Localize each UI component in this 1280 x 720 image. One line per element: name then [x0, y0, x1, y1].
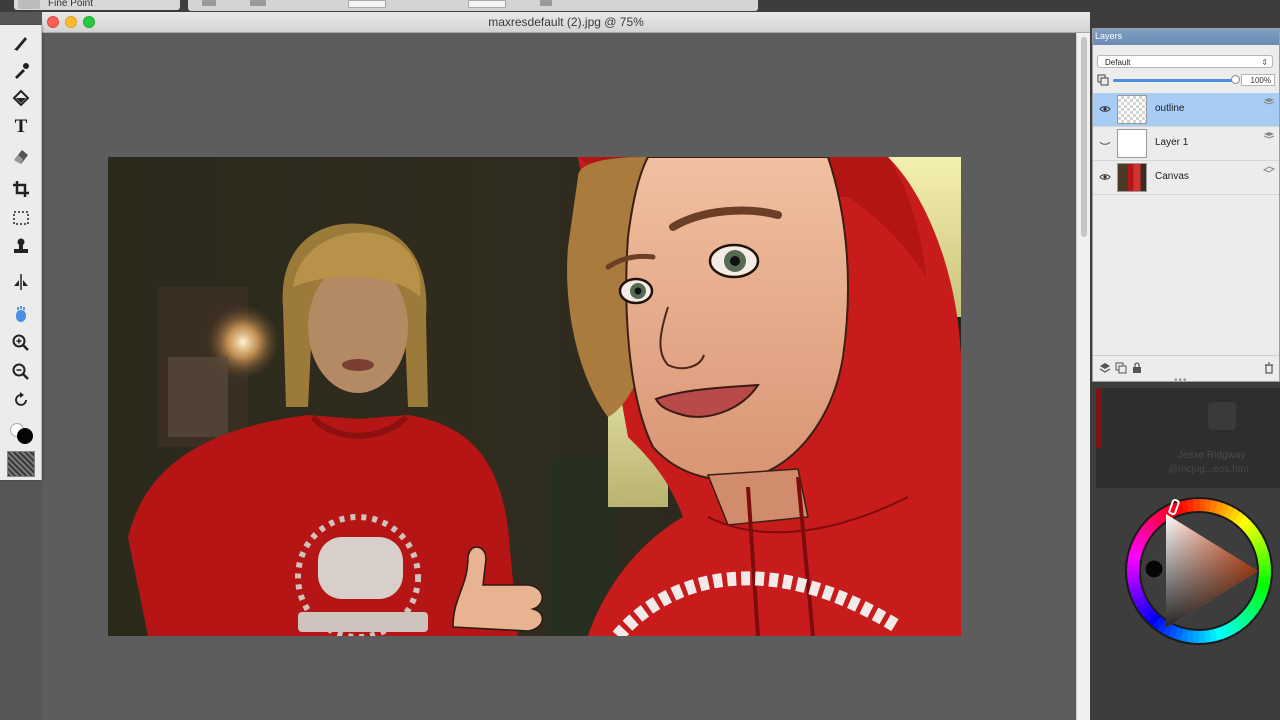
toolbar-button[interactable] — [540, 0, 552, 6]
webcam-overlay: Jesse Ridgway @mcjug...eos.htm — [1096, 388, 1280, 488]
canvas-area[interactable] — [42, 33, 1074, 720]
eraser-icon — [14, 150, 28, 164]
panel-resize-grip[interactable]: ••• — [1174, 375, 1188, 386]
paint-bucket-icon — [12, 89, 30, 107]
dropper-icon — [15, 63, 29, 79]
document-titlebar: maxresdefault (2).jpg @ 75% — [42, 12, 1090, 33]
crop-tool[interactable] — [8, 177, 34, 201]
rotate-icon — [15, 392, 27, 406]
layer-name: outline — [1155, 103, 1185, 114]
toolbar-button[interactable] — [202, 0, 216, 6]
layer-row-canvas[interactable]: Canvas — [1093, 161, 1279, 195]
layer-type-icon — [1263, 98, 1275, 105]
color-swatches[interactable] — [6, 423, 36, 445]
layer-thumbnail — [1117, 163, 1147, 192]
marquee-icon — [13, 211, 29, 225]
brush-name: Fine Point — [48, 0, 94, 9]
brush-tool[interactable] — [8, 31, 34, 55]
toolbox: T — [0, 25, 42, 480]
property-bar — [188, 0, 758, 11]
document-window: maxresdefault (2).jpg @ 75% — [42, 12, 1091, 720]
document-title: maxresdefault (2).jpg @ 75% — [488, 15, 644, 29]
layers-tab[interactable]: Layers — [1093, 29, 1279, 45]
trash-icon[interactable] — [1263, 362, 1275, 374]
crop-icon — [13, 181, 29, 197]
brush-category-icon — [18, 0, 40, 9]
fill-tool[interactable] — [8, 86, 34, 110]
layer-row-layer-1[interactable]: Layer 1 — [1093, 127, 1279, 161]
selection-tool[interactable] — [8, 206, 34, 230]
artwork-illustration — [108, 157, 961, 636]
layer-row-outline[interactable]: outline — [1093, 93, 1279, 127]
composite-method-value: Default — [1105, 58, 1131, 67]
zoom-out-icon — [12, 363, 29, 380]
toolbar-field[interactable] — [468, 0, 506, 8]
eye-icon[interactable] — [1099, 105, 1111, 113]
color-wheel[interactable] — [1120, 492, 1278, 650]
brush-icon — [14, 37, 27, 51]
stamp-icon — [14, 238, 28, 253]
text-tool[interactable]: T — [8, 115, 34, 139]
artwork-image[interactable] — [108, 157, 961, 636]
eye-icon[interactable] — [1099, 173, 1111, 181]
layers-panel: Layers Default ⇕ 100% outline Layer 1 Ca… — [1092, 28, 1280, 382]
webcam-name: Jesse Ridgway — [1178, 450, 1246, 461]
scrollbar-thumb[interactable] — [1081, 37, 1087, 237]
layer-opacity-slider[interactable] — [1113, 75, 1240, 84]
composite-method-select[interactable]: Default ⇕ — [1097, 55, 1273, 68]
eraser-tool[interactable] — [8, 144, 34, 168]
brush-selector[interactable]: Fine Point — [14, 0, 180, 10]
hand-icon — [16, 306, 26, 322]
layer-name: Layer 1 — [1155, 137, 1189, 148]
lock-icon[interactable] — [1131, 362, 1143, 374]
duplicate-layer-icon[interactable] — [1115, 362, 1127, 374]
zoom-out-tool[interactable] — [8, 360, 34, 384]
opacity-field[interactable]: 100% — [1241, 74, 1275, 86]
toolbar-field[interactable] — [348, 0, 386, 8]
webcam-avatar — [1208, 402, 1236, 430]
layer-composite-icon[interactable] — [1097, 74, 1109, 86]
webcam-handle: @mcjug...eos.htm — [1168, 464, 1249, 475]
select-arrows-icon: ⇕ — [1261, 58, 1268, 67]
layer-thumbnail — [1117, 95, 1147, 124]
mirror-tool[interactable] — [8, 270, 34, 294]
text-icon: T — [14, 116, 28, 137]
layer-thumbnail — [1117, 129, 1147, 158]
dropper-tool[interactable] — [8, 58, 34, 82]
hue-segment — [1192, 499, 1201, 512]
mirror-icon — [14, 274, 28, 290]
zoom-in-icon — [12, 334, 29, 351]
stamp-tool[interactable] — [8, 234, 34, 258]
zoom-in-tool[interactable] — [8, 331, 34, 355]
webcam-edge — [1096, 388, 1102, 448]
paper-texture-swatch[interactable] — [7, 451, 35, 477]
opacity-slider-knob[interactable] — [1231, 75, 1240, 84]
rotate-tool[interactable] — [8, 388, 34, 412]
canvas-layer-icon — [1263, 166, 1275, 173]
layer-name: Canvas — [1155, 171, 1189, 182]
layer-type-icon — [1263, 132, 1275, 139]
opacity-slider-fill — [1113, 79, 1235, 82]
new-layer-icon[interactable] — [1099, 362, 1111, 374]
layers-tab-label: Layers — [1095, 31, 1123, 41]
toolbar-button[interactable] — [250, 0, 266, 6]
color-picker-handle[interactable] — [1144, 559, 1164, 579]
grabber-tool[interactable] — [8, 303, 34, 327]
eye-closed-icon[interactable] — [1099, 139, 1111, 147]
vertical-scrollbar[interactable] — [1076, 33, 1091, 720]
foreground-color-swatch[interactable] — [17, 428, 33, 444]
